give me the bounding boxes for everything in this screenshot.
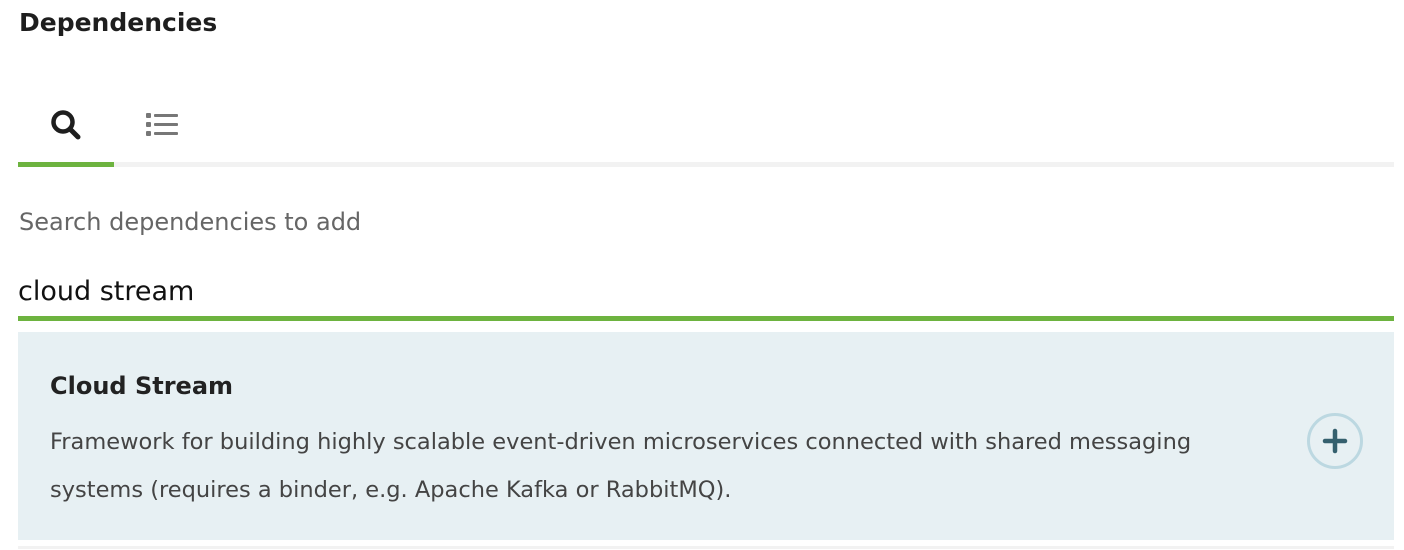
result-description: Framework for building highly scalable e… bbox=[50, 429, 1192, 503]
plus-icon bbox=[1322, 428, 1348, 454]
result-item[interactable]: Cloud Stream Framework for building high… bbox=[18, 332, 1394, 540]
result-name: Cloud Stream bbox=[50, 372, 234, 400]
search-input[interactable] bbox=[18, 266, 1394, 321]
tab-divider bbox=[18, 162, 1394, 167]
active-tab-indicator bbox=[18, 162, 114, 167]
list-divider bbox=[18, 546, 1394, 549]
tab-list[interactable] bbox=[114, 88, 210, 162]
list-icon bbox=[146, 113, 178, 136]
search-icon bbox=[51, 110, 81, 140]
dependency-tabs bbox=[18, 88, 1394, 168]
tab-search[interactable] bbox=[18, 88, 114, 162]
add-dependency-button[interactable] bbox=[1307, 413, 1363, 469]
section-title: Dependencies bbox=[19, 8, 218, 37]
search-label: Search dependencies to add bbox=[19, 208, 362, 236]
